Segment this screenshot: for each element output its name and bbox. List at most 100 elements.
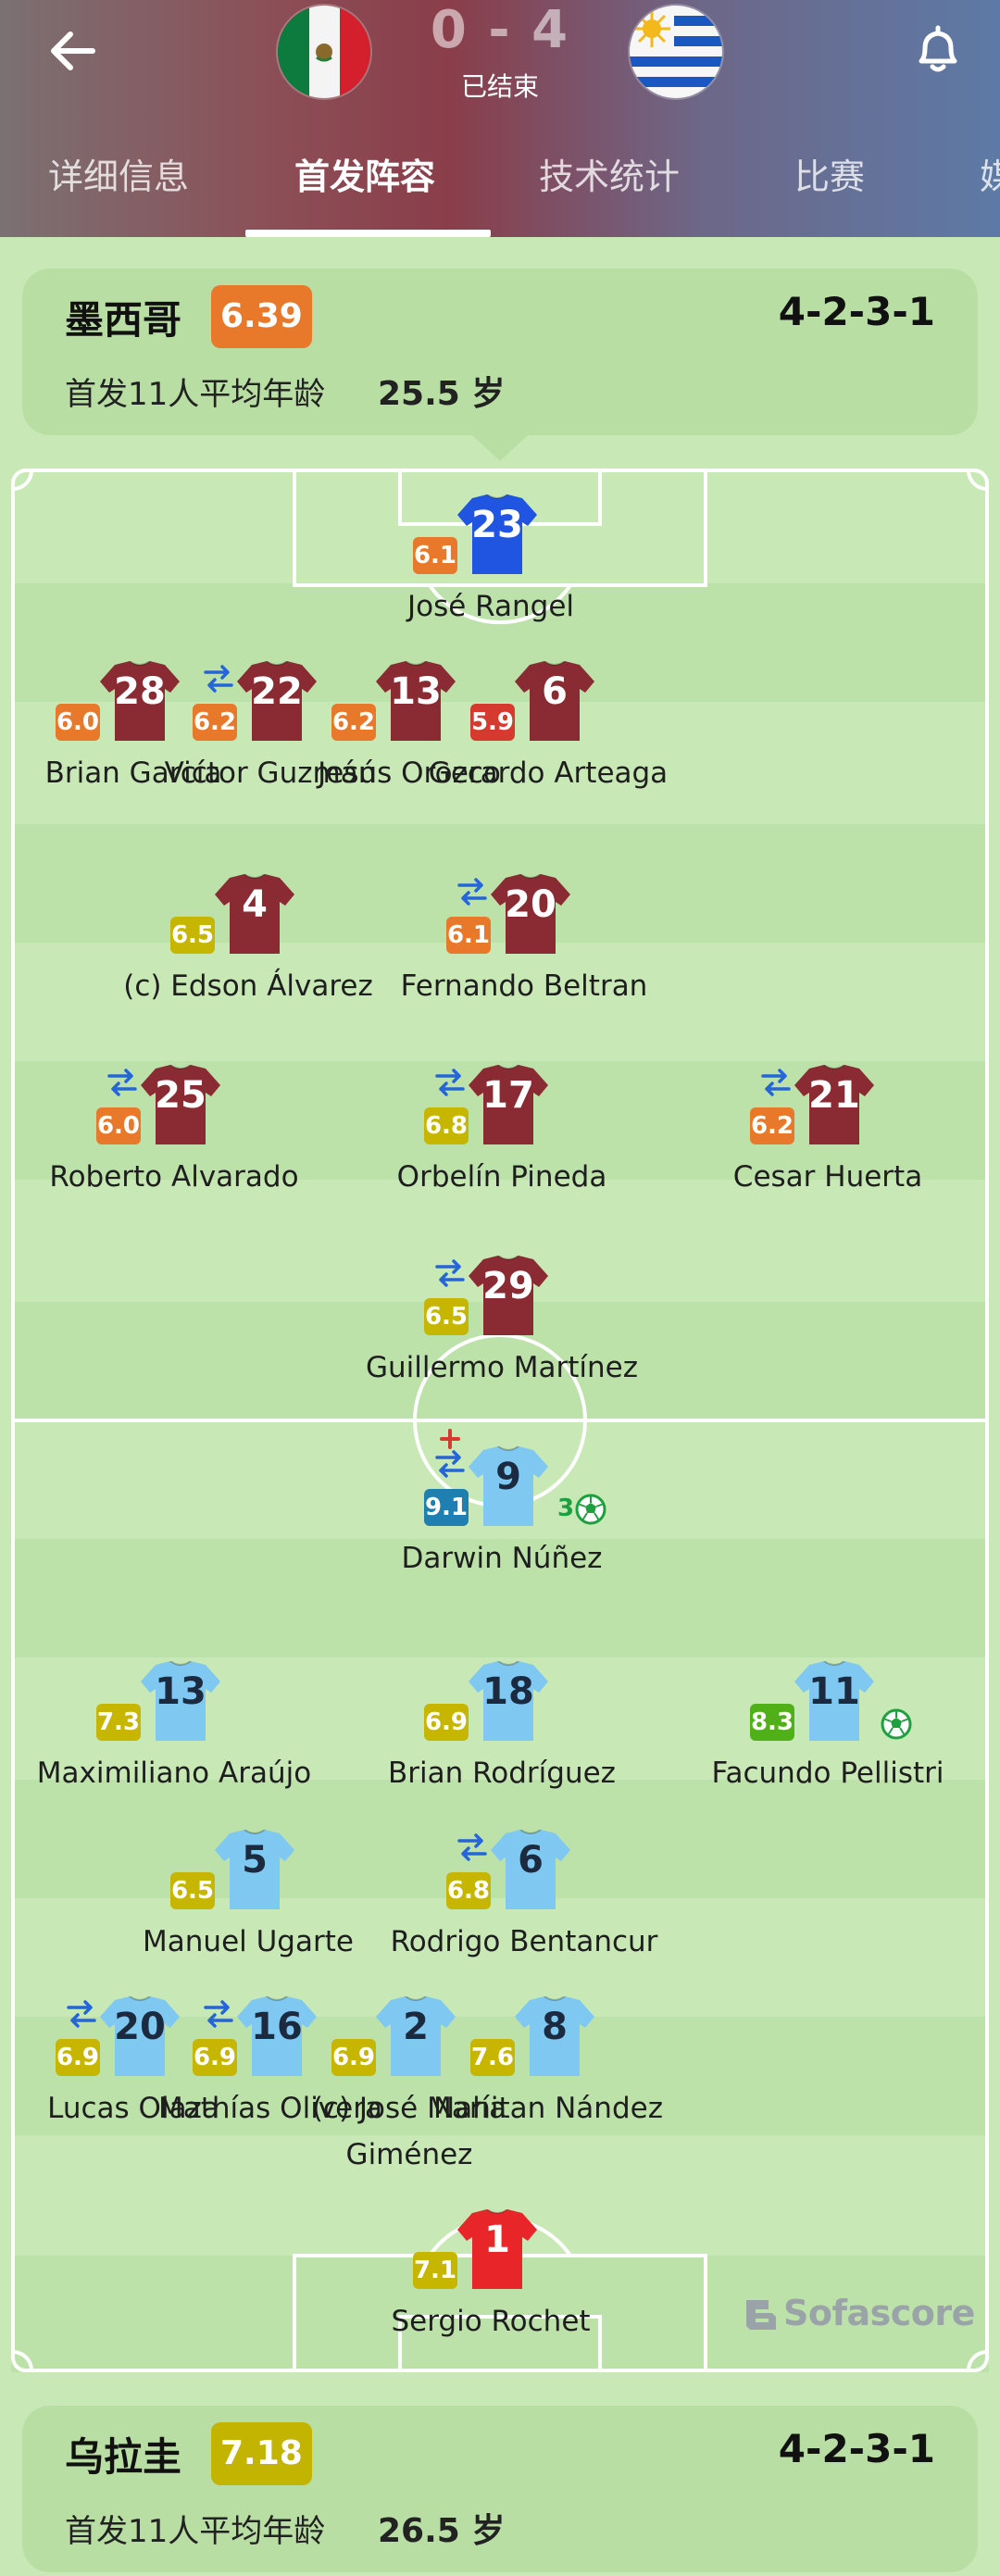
player-name: Fernando Beltran	[400, 969, 648, 1003]
player-rating: 7.3	[96, 1704, 141, 1741]
player-rating: 9.1	[424, 1489, 469, 1526]
player-name: Guillermo Martínez	[365, 1351, 639, 1384]
player-rating: 6.8	[424, 1107, 469, 1144]
jersey-icon: 11	[793, 1661, 876, 1741]
player-rating: 6.5	[170, 1872, 215, 1909]
tab-statistics[interactable]: 技术统计	[539, 148, 680, 199]
tab-lineups[interactable]: 首发阵容	[294, 148, 435, 199]
tab-bar: 详细信息 首发阵容 技术统计 比赛 媒	[0, 139, 1000, 237]
jersey-icon: 4	[213, 874, 296, 954]
player-rating: 7.6	[470, 2039, 515, 2076]
jersey-icon: 22	[235, 661, 319, 741]
shirt-number: 13	[390, 670, 442, 713]
player-rating: 6.5	[424, 1298, 469, 1335]
player-name: Maximiliano Araújo	[36, 1757, 312, 1790]
player-rating: 5.9	[470, 704, 515, 741]
player-name: Brian Rodríguez	[388, 1757, 616, 1790]
tab-media[interactable]: 媒	[980, 148, 1000, 199]
shirt-number: 13	[155, 1670, 206, 1713]
jersey-icon: 21	[793, 1065, 876, 1144]
substitution-icon	[204, 2000, 233, 2028]
player-rating: 6.9	[56, 2039, 100, 2076]
jersey-icon: 13	[374, 661, 457, 741]
substitution-icon	[204, 665, 233, 693]
home-formation: 4-2-3-1	[778, 289, 935, 334]
shirt-number: 22	[251, 670, 303, 713]
plus-icon	[440, 1429, 460, 1449]
match-score: 0 - 4	[430, 0, 570, 60]
player-name: Sergio Rochet	[391, 2305, 591, 2338]
jersey-icon: 6	[513, 661, 596, 741]
goal-count: 3	[557, 1494, 575, 1522]
shirt-number: 6	[518, 1839, 544, 1882]
away-formation: 4-2-3-1	[778, 2426, 935, 2471]
tab-matches[interactable]: 比赛	[794, 148, 865, 199]
substitution-icon	[67, 2000, 96, 2028]
jersey-icon: 29	[467, 1256, 550, 1335]
tab-details[interactable]: 详细信息	[48, 148, 189, 199]
away-team-rating: 7.18	[211, 2422, 312, 2485]
away-team-card[interactable]: 乌拉圭 7.18 4-2-3-1 首发11人平均年龄 26.5 岁	[22, 2406, 978, 2572]
player-rating: 6.2	[193, 704, 237, 741]
shirt-number: 6	[542, 670, 568, 713]
jersey-icon: 5	[213, 1830, 296, 1909]
player-name: José Rangel	[406, 590, 575, 623]
jersey-icon: 9	[467, 1446, 550, 1526]
player-rating: 6.1	[413, 537, 457, 574]
player-name: Cesar Huerta	[732, 1160, 923, 1194]
home-team-name: 墨西哥	[65, 297, 182, 343]
player-rating: 6.2	[331, 704, 376, 741]
shirt-number: 9	[495, 1456, 521, 1498]
shirt-number: 11	[808, 1670, 860, 1713]
player-name: (c) Edson Álvarez	[123, 969, 373, 1003]
jersey-icon: 20	[489, 874, 572, 954]
substitution-icon	[761, 1069, 791, 1096]
player-rating: 7.1	[413, 2252, 457, 2289]
shirt-number: 8	[542, 2006, 568, 2048]
home-avg-age-value: 25.5 岁	[378, 375, 506, 413]
back-arrow-icon[interactable]	[41, 19, 106, 83]
player-name: Gerardo Arteaga	[428, 757, 669, 790]
jersey-icon: 2	[374, 1996, 457, 2076]
player-name: Roberto Alvarado	[49, 1160, 299, 1194]
shirt-number: 18	[482, 1670, 534, 1713]
away-team-name: 乌拉圭	[65, 2434, 182, 2480]
home-team-rating: 6.39	[211, 285, 312, 348]
jersey-icon: 25	[139, 1065, 222, 1144]
player-rating: 6.0	[56, 704, 100, 741]
home-team-card[interactable]: 墨西哥 6.39 4-2-3-1 首发11人平均年龄 25.5 岁	[22, 269, 978, 435]
home-avg-age-label: 首发11人平均年龄	[65, 376, 326, 413]
bell-icon[interactable]	[912, 19, 964, 83]
jersey-icon: 16	[235, 1996, 319, 2076]
player-name: Facundo Pellistri	[711, 1757, 944, 1790]
shirt-number: 20	[505, 883, 556, 926]
player-rating: 6.9	[331, 2039, 376, 2076]
player-rating: 6.2	[750, 1107, 794, 1144]
player-name: Nahitan Nández	[433, 2092, 663, 2125]
jersey-icon: 17	[467, 1065, 550, 1144]
shirt-number: 28	[114, 670, 166, 713]
jersey-icon: 20	[98, 1996, 181, 2076]
away-avg-age-value: 26.5 岁	[378, 2512, 506, 2550]
goal-ball-icon	[881, 1708, 912, 1740]
shirt-number: 2	[403, 2006, 429, 2048]
shirt-number: 16	[251, 2006, 303, 2048]
player-name: Orbelín Pineda	[396, 1160, 607, 1194]
player-name: Rodrigo Bentancur	[390, 1925, 658, 1958]
substitution-icon	[457, 1833, 487, 1861]
player-rating: 6.9	[424, 1704, 469, 1741]
substitution-icon	[435, 1259, 465, 1287]
shirt-number: 17	[482, 1074, 534, 1117]
mexico-flag-icon[interactable]	[278, 6, 370, 98]
player-rating: 6.5	[170, 917, 215, 954]
goal-ball-icon	[575, 1494, 606, 1525]
away-avg-age-label: 首发11人平均年龄	[65, 2513, 326, 2550]
active-tab-indicator	[245, 230, 491, 237]
shirt-number: 23	[471, 504, 523, 546]
substitution-icon	[457, 878, 487, 906]
shirt-number: 25	[155, 1074, 206, 1117]
player-name: Manuel Ugarte	[143, 1925, 354, 1958]
substitution-icon	[107, 1069, 137, 1096]
substitution-icon	[435, 1450, 465, 1478]
uruguay-flag-icon[interactable]	[630, 6, 722, 98]
